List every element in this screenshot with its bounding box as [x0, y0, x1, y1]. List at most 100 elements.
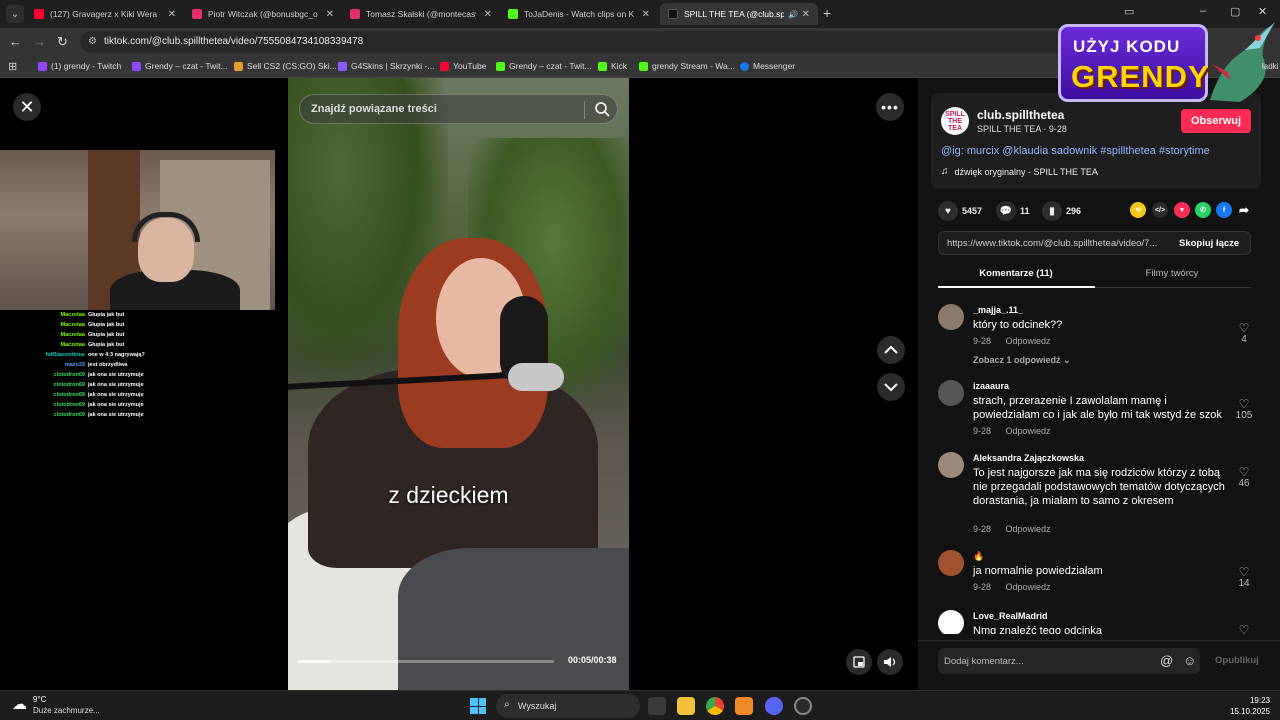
progress-bar[interactable] — [298, 660, 554, 663]
view-replies-button[interactable]: Zobacz 1 odpowiedź ⌄ — [973, 355, 1071, 366]
commenter-avatar[interactable] — [938, 610, 964, 634]
reply-button[interactable]: Odpowiedz — [1006, 336, 1051, 346]
comment-button[interactable]: 💬 11 — [996, 201, 1030, 221]
embed-icon[interactable]: </> — [1152, 202, 1168, 218]
commenter-name[interactable]: Aleksandra Zajączkowska — [973, 453, 1084, 463]
like-button[interactable]: ♥ 5457 — [938, 201, 982, 221]
cast-icon[interactable]: ▭ — [1124, 5, 1134, 18]
comment-like-count: 105 — [1235, 410, 1253, 421]
bookmark-item[interactable]: Kick — [598, 61, 627, 71]
back-button[interactable]: ← — [9, 34, 22, 49]
comment-like-button[interactable]: ♡ 105 — [1232, 398, 1256, 421]
close-tab-icon[interactable]: ✕ — [484, 9, 492, 20]
bookmark-item[interactable]: G4Skins | Skrzynki -... — [338, 61, 434, 71]
sound-link[interactable]: ♫ dźwięk oryginalny - SPILL THE TEA — [941, 166, 1098, 177]
more-options-button[interactable]: ••• — [876, 93, 904, 121]
close-tab-icon[interactable]: ✕ — [168, 9, 176, 20]
comment-input[interactable]: Dodaj komentarz... @ ☺ — [938, 648, 1200, 674]
facebook-icon[interactable]: f — [1216, 202, 1232, 218]
emoji-icon[interactable]: ☺ — [1183, 653, 1196, 668]
follow-button[interactable]: Obserwuj — [1181, 109, 1251, 133]
bookmark-item[interactable]: Grendy – czat - Twit... — [496, 61, 592, 71]
video-player[interactable]: Znajdź powiązane treści z dzieckiem 00:0… — [288, 78, 629, 690]
comment-like-button[interactable]: ♡ 14 — [1232, 566, 1256, 589]
discord-icon[interactable] — [765, 697, 783, 715]
taskbar-clock[interactable]: 19:23 15.10.2025 — [1220, 695, 1270, 717]
chat-username: Maczetaa — [60, 332, 85, 338]
browser-tab[interactable]: ToJaDenis - Watch clips on Kick ✕ — [500, 3, 658, 25]
reply-button[interactable]: Odpowiedz — [1006, 582, 1051, 592]
close-tab-icon[interactable]: ✕ — [642, 9, 650, 20]
chat-line: Maczetaa Głupia jak but — [0, 320, 275, 330]
comment-like-count: 14 — [1238, 578, 1250, 589]
author-name[interactable]: club.spillthetea — [977, 108, 1064, 122]
search-icon[interactable] — [594, 101, 610, 117]
mention-icon[interactable]: @ — [1160, 653, 1173, 668]
browser-tab-active[interactable]: SPILL THE TEA (@club.spillth 🔊 ✕ — [660, 3, 818, 25]
close-window-button[interactable]: ✕ — [1258, 5, 1267, 18]
next-video-button[interactable] — [877, 373, 905, 401]
commenter-avatar[interactable] — [938, 550, 964, 576]
browser-tab[interactable]: Piotr Witczak (@bonusbgc_offic ✕ — [184, 3, 342, 25]
previous-video-button[interactable] — [877, 336, 905, 364]
task-view-icon[interactable] — [648, 697, 666, 715]
new-tab-button[interactable]: + — [823, 5, 831, 21]
comment-like-button[interactable]: ♡ — [1232, 624, 1256, 634]
tab-comments[interactable]: Komentarze (11) — [938, 268, 1094, 279]
weather-cloud-icon[interactable]: ☁ — [12, 695, 27, 713]
send-icon[interactable]: ▾ — [1174, 202, 1190, 218]
share-arrow-icon[interactable]: ➦ — [1236, 202, 1252, 218]
commenter-name[interactable]: Love_RealMadrid — [973, 611, 1048, 621]
whatsapp-icon[interactable]: ✆ — [1195, 202, 1211, 218]
bookmark-item[interactable]: Messenger — [740, 61, 795, 71]
url-field[interactable]: ⚙ tiktok.com/@club.spillthetea/video/755… — [80, 31, 1160, 53]
browser-tab[interactable]: Tomasz Skalski (@montecasyol ✕ — [342, 3, 500, 25]
comment-like-button[interactable]: ♡ 46 — [1232, 466, 1256, 489]
share-link[interactable]: https://www.tiktok.com/@club.spillthetea… — [947, 238, 1171, 249]
app-icon[interactable] — [735, 697, 753, 715]
repost-icon[interactable]: ⟲ — [1130, 202, 1146, 218]
commenter-name[interactable]: _majja_.11_ — [973, 305, 1023, 315]
close-video-button[interactable]: ✕ — [13, 93, 41, 121]
close-tab-icon[interactable]: ✕ — [326, 9, 334, 20]
taskbar-search[interactable]: ⌕ Wyszukaj — [496, 694, 640, 718]
forward-button[interactable]: → — [33, 34, 46, 49]
bookmark-item[interactable]: grendy Stream - Wa... — [639, 61, 735, 71]
maximize-button[interactable]: ▢ — [1230, 5, 1240, 18]
chrome-icon[interactable] — [706, 697, 724, 715]
mini-player-icon — [853, 656, 865, 668]
site-info-icon[interactable]: ⚙ — [88, 36, 97, 47]
comment-like-button[interactable]: ♡ 4 — [1232, 322, 1256, 345]
bookmark-item[interactable]: Grendy – czat - Twit... — [132, 61, 228, 71]
commenter-name[interactable]: 🔥 — [973, 551, 984, 562]
commenter-avatar[interactable] — [938, 304, 964, 330]
reply-button[interactable]: Odpowiedz — [1006, 524, 1051, 534]
floating-player-button[interactable] — [846, 649, 872, 675]
commenter-name[interactable]: izaaaura — [973, 381, 1009, 391]
commenter-avatar[interactable] — [938, 452, 964, 478]
browser-tab[interactable]: (127) Gravagerz x Kiki Wera - Pi ✕ — [26, 3, 184, 25]
related-search-input[interactable]: Znajdź powiązane treści — [299, 94, 618, 124]
tab-creator-videos[interactable]: Filmy twórcy — [1094, 268, 1250, 279]
tab-search-button[interactable]: ⌄ — [6, 5, 24, 23]
promo-code: GRENDY — [1071, 59, 1210, 94]
volume-button[interactable] — [877, 649, 903, 675]
video-description[interactable]: @ig: murcix @klaudia sadownik #spillthet… — [941, 145, 1210, 157]
file-explorer-icon[interactable] — [677, 697, 695, 715]
app-icon[interactable] — [794, 697, 812, 715]
copy-link-button[interactable]: Skopiuj łącze — [1179, 238, 1239, 249]
close-tab-icon[interactable]: ✕ — [802, 9, 810, 20]
author-avatar[interactable]: SPILL THE TEA — [941, 107, 969, 135]
reply-button[interactable]: Odpowiedz — [1006, 426, 1051, 436]
audio-playing-icon[interactable]: 🔊 — [788, 10, 798, 19]
reload-button[interactable]: ↻ — [57, 34, 68, 50]
windows-start-icon[interactable] — [470, 698, 486, 714]
commenter-avatar[interactable] — [938, 380, 964, 406]
post-comment-button[interactable]: Opublikuj — [1215, 655, 1259, 666]
bookmark-item[interactable]: Sell CS2 (CS:GO) Ski... — [234, 61, 337, 71]
bookmark-item[interactable]: YouTube — [440, 61, 486, 71]
bookmark-item[interactable]: (1) grendy - Twitch — [38, 61, 121, 71]
minimize-button[interactable]: – — [1200, 5, 1206, 17]
apps-grid-icon[interactable]: ⊞ — [8, 60, 17, 73]
save-button[interactable]: ▮ 296 — [1042, 201, 1081, 221]
